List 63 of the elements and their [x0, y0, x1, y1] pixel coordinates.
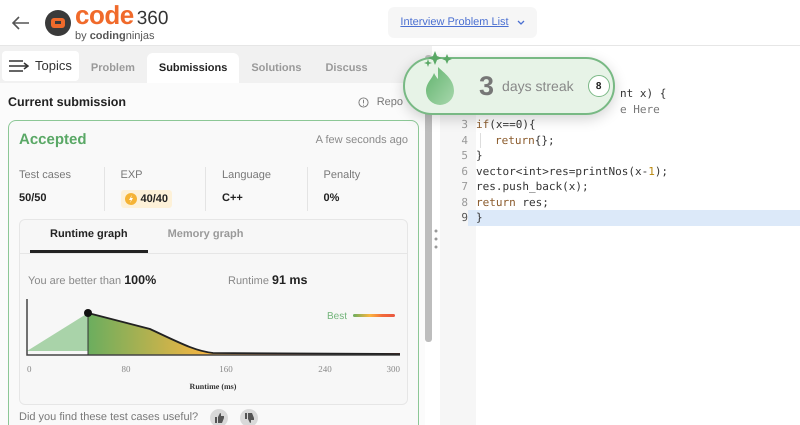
line-number: 9	[440, 210, 468, 226]
thumbs-up-icon[interactable]	[210, 408, 228, 425]
line-number: 8	[460, 194, 468, 210]
report-link[interactable]: Repo	[358, 94, 403, 111]
axis-tick-label: 80	[122, 364, 130, 374]
graph-tab[interactable]: Memory graph	[148, 220, 264, 252]
info-icon	[358, 96, 369, 108]
better-than-label: You are better than	[28, 274, 122, 286]
legend-gradient-swatch	[353, 314, 395, 318]
back-arrow-icon[interactable]	[12, 16, 30, 30]
streak-badge: 8	[588, 75, 610, 97]
axis-tick-label: 0	[27, 364, 32, 374]
stat-label: Test cases	[19, 168, 72, 184]
runtime-value: 91 ms	[272, 272, 308, 286]
code-line: }	[476, 210, 483, 226]
exp-badge: 40/40	[120, 190, 172, 208]
legend-label: Best	[326, 311, 347, 322]
line-number: 7	[460, 179, 468, 194]
streak-count: 3	[479, 70, 494, 103]
tab[interactable]: Discuss	[313, 53, 380, 83]
logo-number: 360	[136, 8, 168, 30]
tab[interactable]: Solutions	[239, 53, 314, 83]
topics-button[interactable]: Topics	[2, 51, 79, 81]
feedback-question: Did you find these test cases useful?	[19, 410, 198, 425]
chevron-down-icon	[516, 20, 525, 26]
line-number: 4	[460, 132, 468, 148]
axis-tick-label: 160	[219, 364, 233, 374]
stat-value: 0%	[324, 192, 340, 204]
menu-icon	[9, 60, 29, 72]
code-line: return res;	[476, 194, 549, 210]
code-line: nt x) {	[620, 86, 666, 102]
better-than-value: 100%	[124, 272, 156, 286]
stat-label: EXP	[120, 168, 144, 184]
graph-tab[interactable]: Runtime graph	[30, 220, 148, 252]
thumbs-down-icon[interactable]	[240, 408, 258, 425]
code-line: e Here	[620, 102, 660, 117]
axis-title: Runtime (ms)	[190, 382, 236, 392]
logo-icon	[44, 8, 72, 36]
stat-label: Language	[222, 168, 272, 184]
code-line: if(x==0){	[476, 117, 536, 132]
axis-tick-label: 300	[386, 364, 400, 374]
logo-wordmark: code	[75, 4, 134, 26]
axis-tick-label: 240	[318, 364, 332, 374]
stat-value: C++	[222, 192, 243, 204]
line-number: 5	[460, 148, 468, 164]
stat-label: Penalty	[324, 168, 362, 184]
tab[interactable]: Problem	[78, 53, 147, 83]
code-line: res.push_back(x);	[476, 179, 589, 194]
problem-list-dropdown[interactable]: Interview Problem List	[388, 7, 537, 38]
tab[interactable]: Submissions	[146, 53, 240, 83]
runtime-label: Runtime	[228, 274, 269, 286]
stat-value: 50/50	[19, 192, 47, 204]
code-line: vector<int>res=printNos(x-1);	[476, 164, 668, 179]
code-line: }	[476, 148, 483, 164]
submission-time: A few seconds ago	[316, 132, 408, 148]
drag-handle-icon[interactable]	[434, 229, 438, 249]
line-number: 3	[460, 117, 468, 132]
section-title: Current submission	[8, 94, 126, 111]
logo-byline: by codingninjas	[75, 30, 156, 42]
code-line: return{};	[480, 132, 555, 148]
status-text: Accepted	[19, 130, 87, 150]
line-number: 6	[460, 164, 468, 179]
streak-label: days streak	[502, 76, 574, 96]
